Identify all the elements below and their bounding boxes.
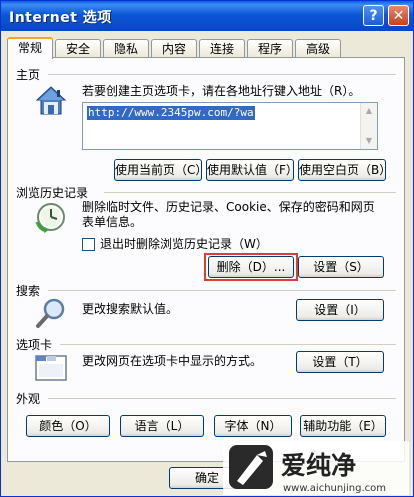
general-tab-panel: 主页 若要创建主页选项卡，请在各地址行键入地址（R）。 http://www.2… — [7, 57, 405, 462]
delete-history-button[interactable]: 删除（D）... — [208, 256, 294, 278]
homepage-address-field[interactable]: http://www.2345pw.com/?wa ▲ ▼ — [82, 102, 378, 150]
tabs-description: 更改网页在选项卡中显示的方式。 — [82, 354, 263, 368]
tabs-settings-button[interactable]: 设置（T） — [296, 351, 384, 373]
tab-security[interactable]: 安全 — [55, 39, 101, 57]
languages-button[interactable]: 语言（L） — [120, 415, 204, 437]
scroll-up-icon[interactable]: ▲ — [361, 103, 377, 119]
house-icon — [35, 86, 67, 115]
history-description-2: 表单信息。 — [82, 215, 143, 229]
scroll-down-icon[interactable]: ▼ — [361, 133, 377, 149]
title-bar[interactable]: Internet 选项 ? ✕ — [1, 1, 413, 31]
tab-connections[interactable]: 连接 — [199, 39, 245, 57]
history-description-1: 删除临时文件、历史记录、Cookie、保存的密码和网页 — [82, 200, 375, 214]
use-default-button[interactable]: 使用默认值（F） — [206, 159, 298, 181]
colors-button[interactable]: 颜色（O） — [26, 415, 110, 437]
watermark-url: www.aichunjing.com — [283, 483, 386, 494]
history-divider — [104, 192, 396, 193]
tab-privacy[interactable]: 隐私 — [103, 39, 149, 57]
tab-advanced[interactable]: 高级 — [295, 39, 341, 57]
homepage-section-label: 主页 — [16, 68, 41, 82]
tabs-window-icon — [35, 355, 67, 381]
homepage-url: http://www.2345pw.com/?wa — [87, 106, 255, 120]
window-title: Internet 选项 — [9, 10, 112, 26]
search-settings-button[interactable]: 设置（I） — [296, 299, 384, 321]
search-description: 更改搜索默认值。 — [82, 302, 179, 316]
homepage-instruction: 若要创建主页选项卡，请在各地址行键入地址（R）。 — [82, 84, 361, 98]
history-clock-icon — [35, 203, 65, 233]
watermark-brand: 爱纯净 — [281, 451, 356, 480]
delete-on-exit-checkbox[interactable] — [82, 238, 95, 251]
tabs-divider — [60, 344, 396, 345]
homepage-divider — [48, 74, 396, 75]
aichunjing-watermark: 爱纯净 www.aichunjing.com — [223, 441, 409, 495]
internet-options-dialog: Internet 选项 ? ✕ 常规 安全 隐私 内容 连接 程序 高级 主页 … — [0, 0, 414, 497]
magnifier-icon — [36, 298, 65, 328]
tab-content[interactable]: 内容 — [151, 39, 197, 57]
close-button[interactable]: ✕ — [388, 5, 409, 26]
tab-general[interactable]: 常规 — [7, 37, 53, 59]
tab-programs[interactable]: 程序 — [247, 39, 293, 57]
help-button[interactable]: ? — [363, 5, 384, 26]
accessibility-button[interactable]: 辅助功能（E） — [300, 415, 386, 437]
use-blank-button[interactable]: 使用空白页（B） — [298, 159, 391, 181]
fonts-button[interactable]: 字体（N） — [214, 415, 292, 437]
delete-on-exit-label: 退出时删除浏览历史记录（W） — [100, 237, 268, 251]
history-settings-button[interactable]: 设置（S） — [298, 256, 384, 278]
search-divider — [48, 290, 396, 291]
history-section-label: 浏览历史记录 — [16, 186, 89, 200]
appearance-section-label: 外观 — [16, 392, 41, 406]
use-current-button[interactable]: 使用当前页（C） — [114, 159, 207, 181]
appearance-divider — [48, 398, 396, 399]
address-scrollbar[interactable]: ▲ ▼ — [360, 103, 377, 149]
